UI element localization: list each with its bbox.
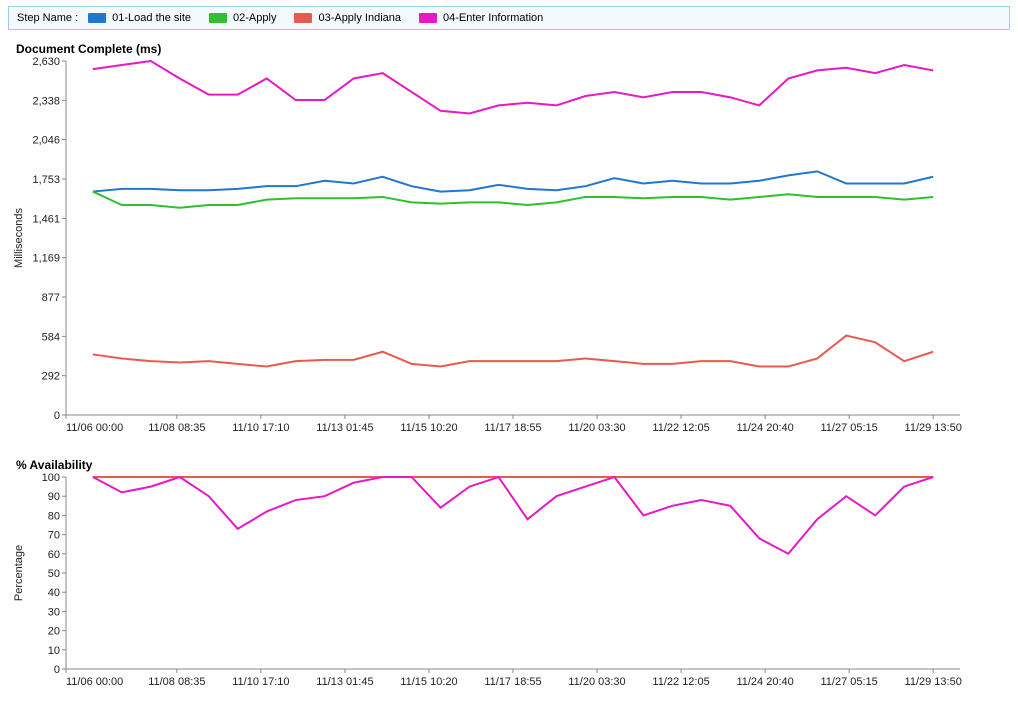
svg-text:10: 10 — [48, 645, 60, 657]
legend-label-3: 04-Enter Information — [443, 12, 543, 24]
svg-text:11/22 12:05: 11/22 12:05 — [652, 676, 709, 688]
legend-item-1: 02-Apply — [209, 12, 276, 24]
legend-title: Step Name : — [17, 12, 78, 24]
svg-text:20: 20 — [48, 626, 60, 638]
legend-label-2: 03-Apply Indiana — [318, 12, 401, 24]
svg-text:11/27 05:15: 11/27 05:15 — [820, 422, 877, 434]
svg-text:11/13 01:45: 11/13 01:45 — [316, 422, 373, 434]
svg-text:11/13 01:45: 11/13 01:45 — [316, 676, 373, 688]
svg-text:1,169: 1,169 — [32, 253, 60, 265]
svg-text:2,338: 2,338 — [32, 95, 60, 107]
svg-text:11/08 08:35: 11/08 08:35 — [148, 422, 205, 434]
svg-text:11/24 20:40: 11/24 20:40 — [736, 422, 793, 434]
legend-swatch-3 — [419, 13, 437, 23]
legend: Step Name : 01-Load the site 02-Apply 03… — [8, 6, 1010, 30]
svg-text:11/24 20:40: 11/24 20:40 — [736, 676, 793, 688]
svg-text:11/15 10:20: 11/15 10:20 — [400, 422, 457, 434]
legend-item-3: 04-Enter Information — [419, 12, 543, 24]
svg-text:80: 80 — [48, 510, 60, 522]
chart-title-doc-complete: Document Complete (ms) — [16, 42, 161, 56]
legend-item-2: 03-Apply Indiana — [294, 12, 401, 24]
svg-text:11/22 12:05: 11/22 12:05 — [652, 422, 709, 434]
svg-text:11/20 03:30: 11/20 03:30 — [568, 676, 625, 688]
svg-text:Milliseconds: Milliseconds — [13, 208, 25, 268]
svg-text:30: 30 — [48, 606, 60, 618]
svg-text:11/17 18:55: 11/17 18:55 — [484, 422, 541, 434]
svg-text:877: 877 — [42, 292, 60, 304]
svg-text:11/29 13:50: 11/29 13:50 — [905, 676, 962, 688]
legend-item-0: 01-Load the site — [88, 12, 191, 24]
svg-text:100: 100 — [42, 472, 60, 484]
legend-swatch-2 — [294, 13, 312, 23]
legend-swatch-1 — [209, 13, 227, 23]
svg-text:70: 70 — [48, 530, 60, 542]
svg-text:11/10 17:10: 11/10 17:10 — [232, 422, 289, 434]
svg-text:11/20 03:30: 11/20 03:30 — [568, 422, 625, 434]
chart-doc-complete: 0 292 584 877 1,169 1,461 1,753 2,046 2,338 2,630… — [8, 56, 998, 442]
svg-text:11/06 00:00: 11/06 00:00 — [66, 676, 123, 688]
chart-title-availability: % Availability — [16, 458, 92, 472]
legend-swatch-0 — [88, 13, 106, 23]
svg-text:Percentage: Percentage — [13, 545, 25, 601]
legend-label-0: 01-Load the site — [112, 12, 191, 24]
svg-text:50: 50 — [48, 568, 60, 580]
svg-text:90: 90 — [48, 491, 60, 503]
svg-text:11/17 18:55: 11/17 18:55 — [484, 676, 541, 688]
svg-text:11/06 00:00: 11/06 00:00 — [66, 422, 123, 434]
svg-text:11/27 05:15: 11/27 05:15 — [820, 676, 877, 688]
svg-text:292: 292 — [42, 371, 60, 383]
svg-text:40: 40 — [48, 587, 60, 599]
svg-text:11/10 17:10: 11/10 17:10 — [232, 676, 289, 688]
svg-text:11/29 13:50: 11/29 13:50 — [905, 422, 962, 434]
svg-text:2,630: 2,630 — [32, 56, 60, 68]
chart-availability: 0 10 20 30 40 50 60 70 80 90 100 Percentage 11/06 00… — [8, 472, 998, 696]
svg-text:0: 0 — [54, 410, 60, 422]
svg-text:1,753: 1,753 — [32, 174, 60, 186]
svg-text:584: 584 — [42, 331, 60, 343]
svg-text:2,046: 2,046 — [32, 135, 60, 147]
svg-text:1,461: 1,461 — [32, 213, 60, 225]
legend-label-1: 02-Apply — [233, 12, 276, 24]
svg-text:60: 60 — [48, 549, 60, 561]
svg-text:0: 0 — [54, 664, 60, 676]
svg-text:11/08 08:35: 11/08 08:35 — [148, 676, 205, 688]
svg-text:11/15 10:20: 11/15 10:20 — [400, 676, 457, 688]
